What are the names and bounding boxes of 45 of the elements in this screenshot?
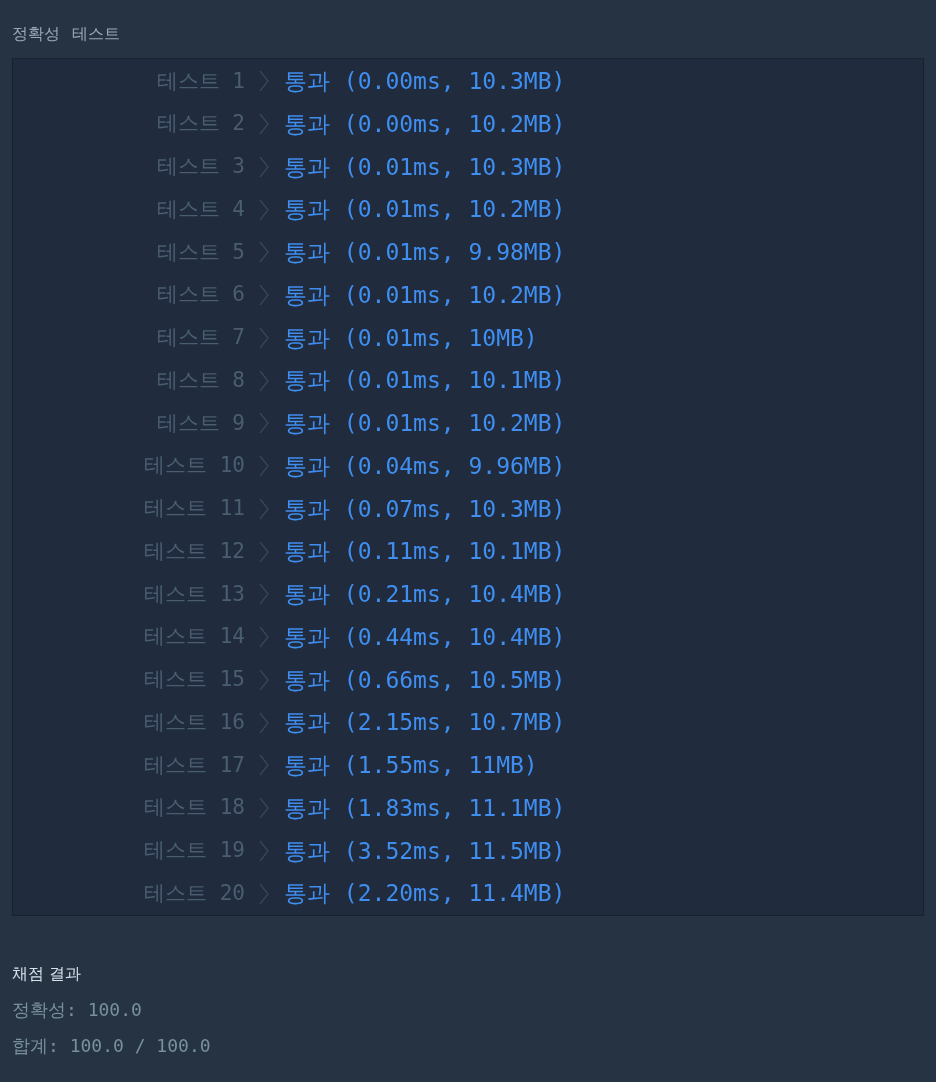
section-title: 채점 결과 [12,963,83,985]
chevron-icon [259,711,269,734]
chevron-icon [259,497,269,520]
chevron-icon [259,583,269,606]
test-result: 통과 (1.83ms, 11.1MB) [284,793,566,823]
chevron-icon [259,284,269,307]
test-result: 통과 (3.52ms, 11.5MB) [284,836,566,866]
test-result: 통과 (0.01ms, 10.2MB) [284,409,566,439]
test-result: 통과 (0.07ms, 10.3MB) [284,494,566,524]
test-result: 통과 (0.66ms, 10.5MB) [284,665,566,695]
chevron-icon [259,455,269,478]
test-result: 통과 (0.01ms, 10.2MB) [284,280,566,310]
chevron-icon [259,839,269,862]
test-result: 통과 (0.01ms, 10MB) [284,323,538,353]
test-result: 통과 (1.55ms, 11MB) [284,751,538,781]
chevron-icon [259,326,269,349]
chevron-icon [259,668,269,691]
test-result: 통과 (0.11ms, 10.1MB) [284,537,566,567]
chevron-icon [259,882,269,905]
score-line: 정확성: 100.0 [12,998,143,1020]
chevron-icon [259,540,269,563]
chevron-icon [259,70,269,93]
test-result: 통과 (2.15ms, 10.7MB) [284,708,566,738]
section-title: 테스트 [72,23,120,45]
chevron-icon [259,155,269,178]
section-title: 정확성 [12,23,60,45]
chevron-icon [259,754,269,777]
chevron-icon [259,797,269,820]
test-result: 통과 (0.44ms, 10.4MB) [284,622,566,652]
test-result: 통과 (2.20ms, 11.4MB) [284,879,566,909]
chevron-icon [259,198,269,221]
test-result: 통과 (0.01ms, 10.2MB) [284,195,566,225]
test-result: 통과 (0.00ms, 10.2MB) [284,109,566,139]
chevron-icon [259,412,269,435]
test-result: 통과 (0.00ms, 10.3MB) [284,67,566,97]
test-result: 통과 (0.01ms, 10.1MB) [284,366,566,396]
score-line: 합계: 100.0 / 100.0 [12,1034,212,1056]
test-result: 통과 (0.01ms, 10.3MB) [284,152,566,182]
chevron-icon [259,626,269,649]
chevron-icon [259,241,269,264]
test-result: 통과 (0.01ms, 9.98MB) [284,238,566,268]
test-result: 통과 (0.04ms, 9.96MB) [284,451,566,481]
chevron-icon [259,369,269,392]
test-result: 통과 (0.21ms, 10.4MB) [284,580,566,610]
chevron-icon [259,113,269,136]
